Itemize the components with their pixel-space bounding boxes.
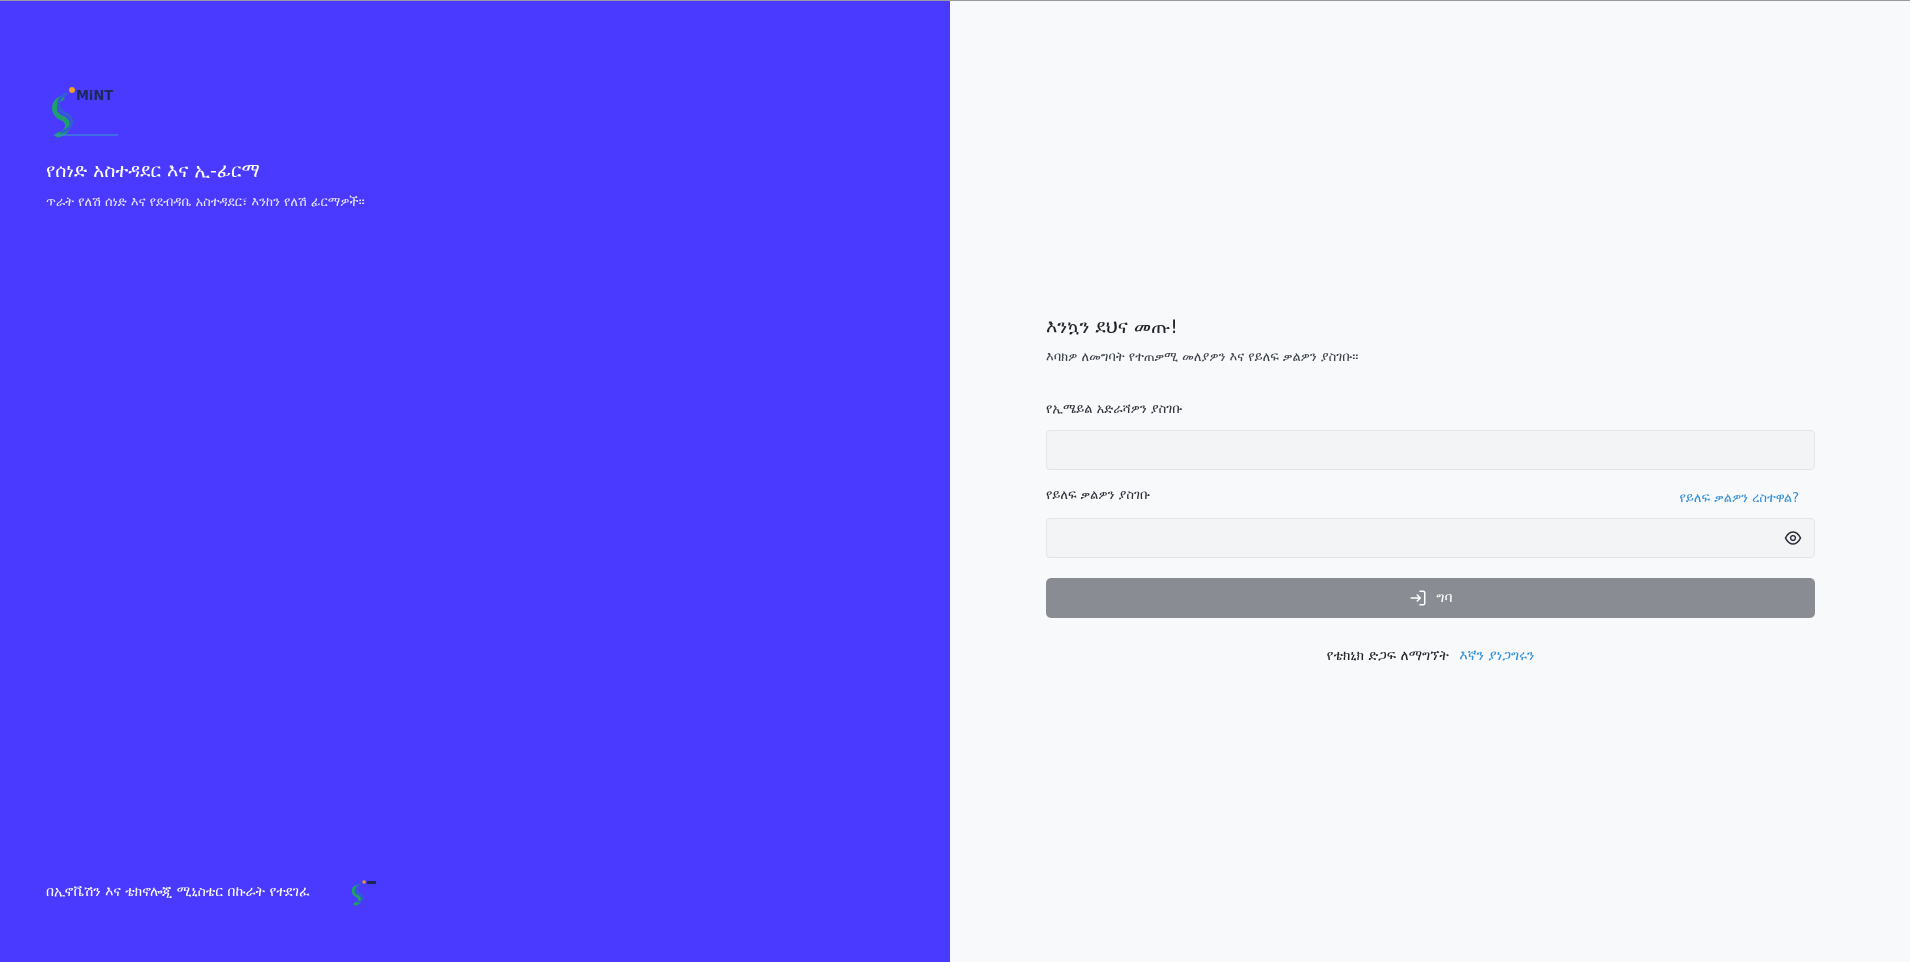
login-instructions: እባክዎ ለመግባት የተጠቃሚ መለያዎን እና የይለፍ ቃልዎን ያስገቡ… [1046, 350, 1359, 365]
email-label: የኢሜይል አድራሻዎን ያስገቡ [1046, 402, 1183, 417]
login-form: እንኳን ደህና መጡ! እባክዎ ለመግባት የተጠቃሚ መለያዎን እና የ… [1046, 316, 1815, 664]
welcome-heading: እንኳን ደህና መጡ! [1046, 316, 1178, 338]
password-input[interactable] [1046, 518, 1815, 558]
brand-title: የሰነድ አስተዳደር እና ኢ-ፊርማ [46, 160, 260, 182]
contact-us-link[interactable]: እኛን ያነጋግሩን [1459, 648, 1534, 664]
password-label: የይለፍ ቃልዎን ያስገቡ [1046, 488, 1151, 503]
svg-text:MiNT: MiNT [76, 89, 113, 104]
login-panel: እንኳን ደህና መጡ! እባክዎ ለመግባት የተጠቃሚ መለያዎን እና የ… [950, 0, 1910, 962]
password-field [1046, 518, 1815, 558]
email-input[interactable] [1046, 430, 1815, 470]
window-top-border [0, 0, 1910, 1]
footer-credit: በኢኖቬሽን እና ቴክኖሎጂ ሚኒስቴር በኩራት የተደገፈ [46, 884, 310, 900]
login-button[interactable]: ግባ [1046, 578, 1815, 618]
support-text: የቴክኒክ ድጋፍ ለማግኘት [1326, 648, 1449, 664]
forgot-password-link[interactable]: የይለፍ ቃልዎን ረስተዋል? [1680, 491, 1799, 506]
brand-panel: MiNT የሰነድ አስተዳደር እና ኢ-ፊርማ ጥራት የለሽ ሰነድ እና… [0, 0, 950, 962]
support-line: የቴክኒክ ድጋፍ ለማግኘት እኛን ያነጋግሩን [1046, 648, 1815, 664]
login-icon [1410, 590, 1426, 606]
login-button-label: ግባ [1436, 590, 1453, 606]
mint-logo: MiNT [52, 87, 118, 138]
brand-subtitle: ጥራት የለሽ ሰነድ እና የደብዳቤ አስተዳደር፣ እንከን የለሽ ፊር… [46, 195, 365, 210]
mint-footer-logo-icon [351, 880, 376, 906]
eye-icon[interactable] [1783, 529, 1803, 547]
